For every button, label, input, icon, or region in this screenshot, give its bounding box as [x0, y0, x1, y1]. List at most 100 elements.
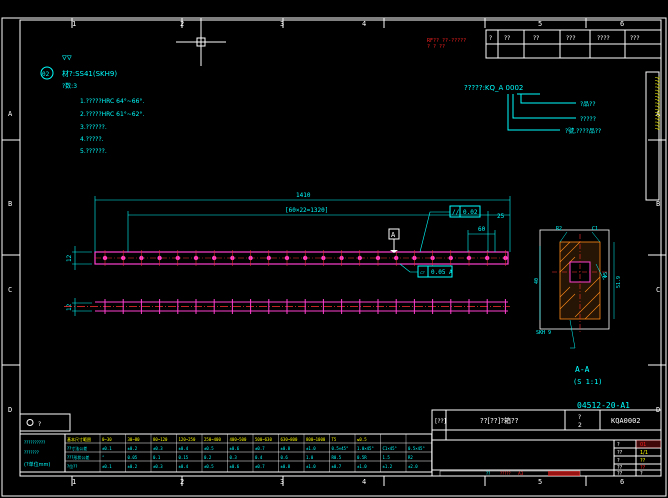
- tol-row3-cell-7: ±0.8: [281, 464, 291, 469]
- tol-row2-cell-4: 0.2: [204, 455, 212, 460]
- tol-row3-cell-8: ±1.0: [306, 464, 316, 469]
- dim-end-offset: 25: [497, 213, 505, 220]
- tol-header-9: 800~1000: [306, 437, 326, 442]
- bottom-cell-3: A3: [518, 471, 524, 476]
- rev-label-2: ?: [617, 458, 620, 464]
- bottom-highlight-bar: [548, 471, 580, 476]
- rev-label-0: ?: [617, 442, 620, 448]
- cad-drawing-canvas[interactable]: 1 2 3 4 5 6 1 2 3 4 5 6 A B C D A B C D …: [0, 0, 668, 498]
- dim-pitch-small: 60: [478, 226, 486, 233]
- grid-bottom-1: 1: [72, 478, 76, 486]
- tol-row2-cell-9: R0.5: [332, 455, 342, 460]
- tol-row2-cell-7: 0.6: [281, 455, 289, 460]
- section-label: A-A: [575, 365, 590, 374]
- tol-row3-cell-6: ±0.7: [255, 464, 265, 469]
- tol-row3-cell-2: ±0.3: [153, 464, 163, 469]
- dim-pitch: [60×22=1320]: [285, 207, 328, 214]
- tol-row1-cell-12: 0.5×45°: [408, 446, 425, 451]
- grid-bottom-6: 6: [620, 478, 624, 486]
- dim-height-2: 12: [66, 303, 73, 311]
- tol-row2-cell-11: 1.5: [383, 455, 391, 460]
- grid-bottom-2: 2: [180, 478, 184, 486]
- tol-row3-cell-10: ±1.0: [357, 464, 367, 469]
- parallel-value: 0.02: [463, 209, 478, 216]
- tol-header-3: 80~120: [153, 437, 168, 442]
- section-dim-hole: Φ5: [603, 272, 609, 278]
- section-scale: (S 1:1): [573, 378, 603, 386]
- note-item-5: 5.??????.: [80, 148, 107, 155]
- drawing-number: 04512-20-A1: [577, 401, 630, 410]
- note-item-2: 2.?????HRC 61°~62°.: [80, 111, 144, 118]
- projection-label: ?: [38, 421, 41, 428]
- rev-header-1: ??: [504, 35, 510, 42]
- grid-bottom-4: 4: [362, 478, 366, 486]
- tol-header-5: 250~400: [204, 437, 221, 442]
- tol-header-7: 500~630: [255, 437, 272, 442]
- grid-top-2: 2: [180, 20, 184, 28]
- tol-row2-cell-6: 0.4: [255, 455, 263, 460]
- tol-header-4: 120~250: [179, 437, 196, 442]
- tol-left-label-1: ???????: [24, 450, 39, 455]
- rev-value-2: ??: [640, 458, 646, 464]
- tol-row3-cell-3: ±0.4: [179, 464, 189, 469]
- bottom-cell-0: ??: [486, 471, 490, 476]
- section-dim-right: 51.9: [616, 276, 622, 288]
- tol-row3-cell-5: ±0.6: [230, 464, 240, 469]
- tol-row2-cell-5: 0.3: [230, 455, 238, 460]
- tol-header-11: ≤0.5: [357, 437, 367, 442]
- tol-row3-cell-1: ±0.2: [128, 464, 138, 469]
- tol-row2-cell-0: °: [102, 455, 104, 460]
- flatness-symbol: ⏥: [420, 269, 425, 276]
- tol-row1-cell-0: ±0.1: [102, 446, 112, 451]
- parallel-symbol: //: [452, 209, 460, 216]
- rev-header-2: ??: [533, 35, 539, 42]
- tol-row1-cell-7: ±0.8: [281, 446, 291, 451]
- material-note: 材?:SS41(SKH9): [62, 69, 117, 78]
- note-item-1: 1.?????HRC 64°~66°.: [80, 98, 144, 105]
- grid-bottom-3: 3: [280, 478, 284, 486]
- rev-value-1: 1/1: [640, 450, 648, 456]
- tol-row1-cell-9: 0.5×45°: [332, 446, 349, 451]
- grid-left-b: B: [8, 200, 12, 208]
- tol-left-label-2: (?单位mm): [24, 461, 50, 468]
- title-qty-label: ?: [578, 414, 581, 421]
- part-code-callout-3: ?號,????品??: [565, 127, 601, 135]
- tol-row1-cell-2: ±0.3: [153, 446, 163, 451]
- tol-row3-cell-11: ±1.2: [383, 464, 393, 469]
- grid-top-5: 5: [538, 20, 542, 28]
- title-prefix: [??]: [435, 418, 446, 425]
- dim-height: 12: [66, 254, 73, 262]
- part-code-label: ?????:KQ_A 0002: [464, 84, 523, 92]
- part-balloon-id: 02: [42, 71, 50, 78]
- tol-row2-cell-8: 1.0: [306, 455, 314, 460]
- quantity-note: ?数:3: [62, 82, 77, 90]
- tol-row1-cell-3: ±0.4: [179, 446, 189, 451]
- rev-header-4: ????: [597, 35, 610, 42]
- rev-label-1: ??: [617, 450, 623, 456]
- tol-header-6: 400~500: [230, 437, 247, 442]
- title-code: KQA0002: [611, 417, 641, 425]
- revision-stamp-line2: ? ? ??: [427, 44, 445, 50]
- tol-row3-cell-0: ±0.1: [102, 464, 112, 469]
- rev-value-0: 01: [640, 442, 646, 448]
- tol-row1-cell-1: ±0.2: [128, 446, 138, 451]
- rev-header-3: ???: [566, 35, 576, 42]
- tol-row1-cell-4: ±0.5: [204, 446, 214, 451]
- part-code-callout-2: ?????: [580, 116, 596, 123]
- note-item-4: 4.?????.: [80, 136, 104, 143]
- note-item-3: 3.??????.: [80, 124, 107, 131]
- tol-header-8: 630~800: [281, 437, 298, 442]
- rev-value-4: ?: [640, 471, 643, 477]
- rev-header-0: ?: [489, 35, 492, 42]
- tol-row3-label: ?位??: [67, 463, 77, 469]
- dim-overall: 1410: [296, 192, 311, 199]
- grid-bottom-5: 5: [538, 478, 542, 486]
- tol-header-label: 基本尺寸範囲: [67, 436, 91, 442]
- part-code-callout-1: ?品??: [580, 101, 596, 108]
- title-qty-value: 2: [578, 422, 582, 429]
- flatness-value: 0.05 A: [431, 269, 453, 276]
- grid-top-4: 4: [362, 20, 366, 28]
- section-dim-chamfer: C1: [592, 226, 598, 232]
- section-dim-top: R2: [556, 226, 562, 232]
- tol-row2-cell-3: 0.15: [179, 455, 189, 460]
